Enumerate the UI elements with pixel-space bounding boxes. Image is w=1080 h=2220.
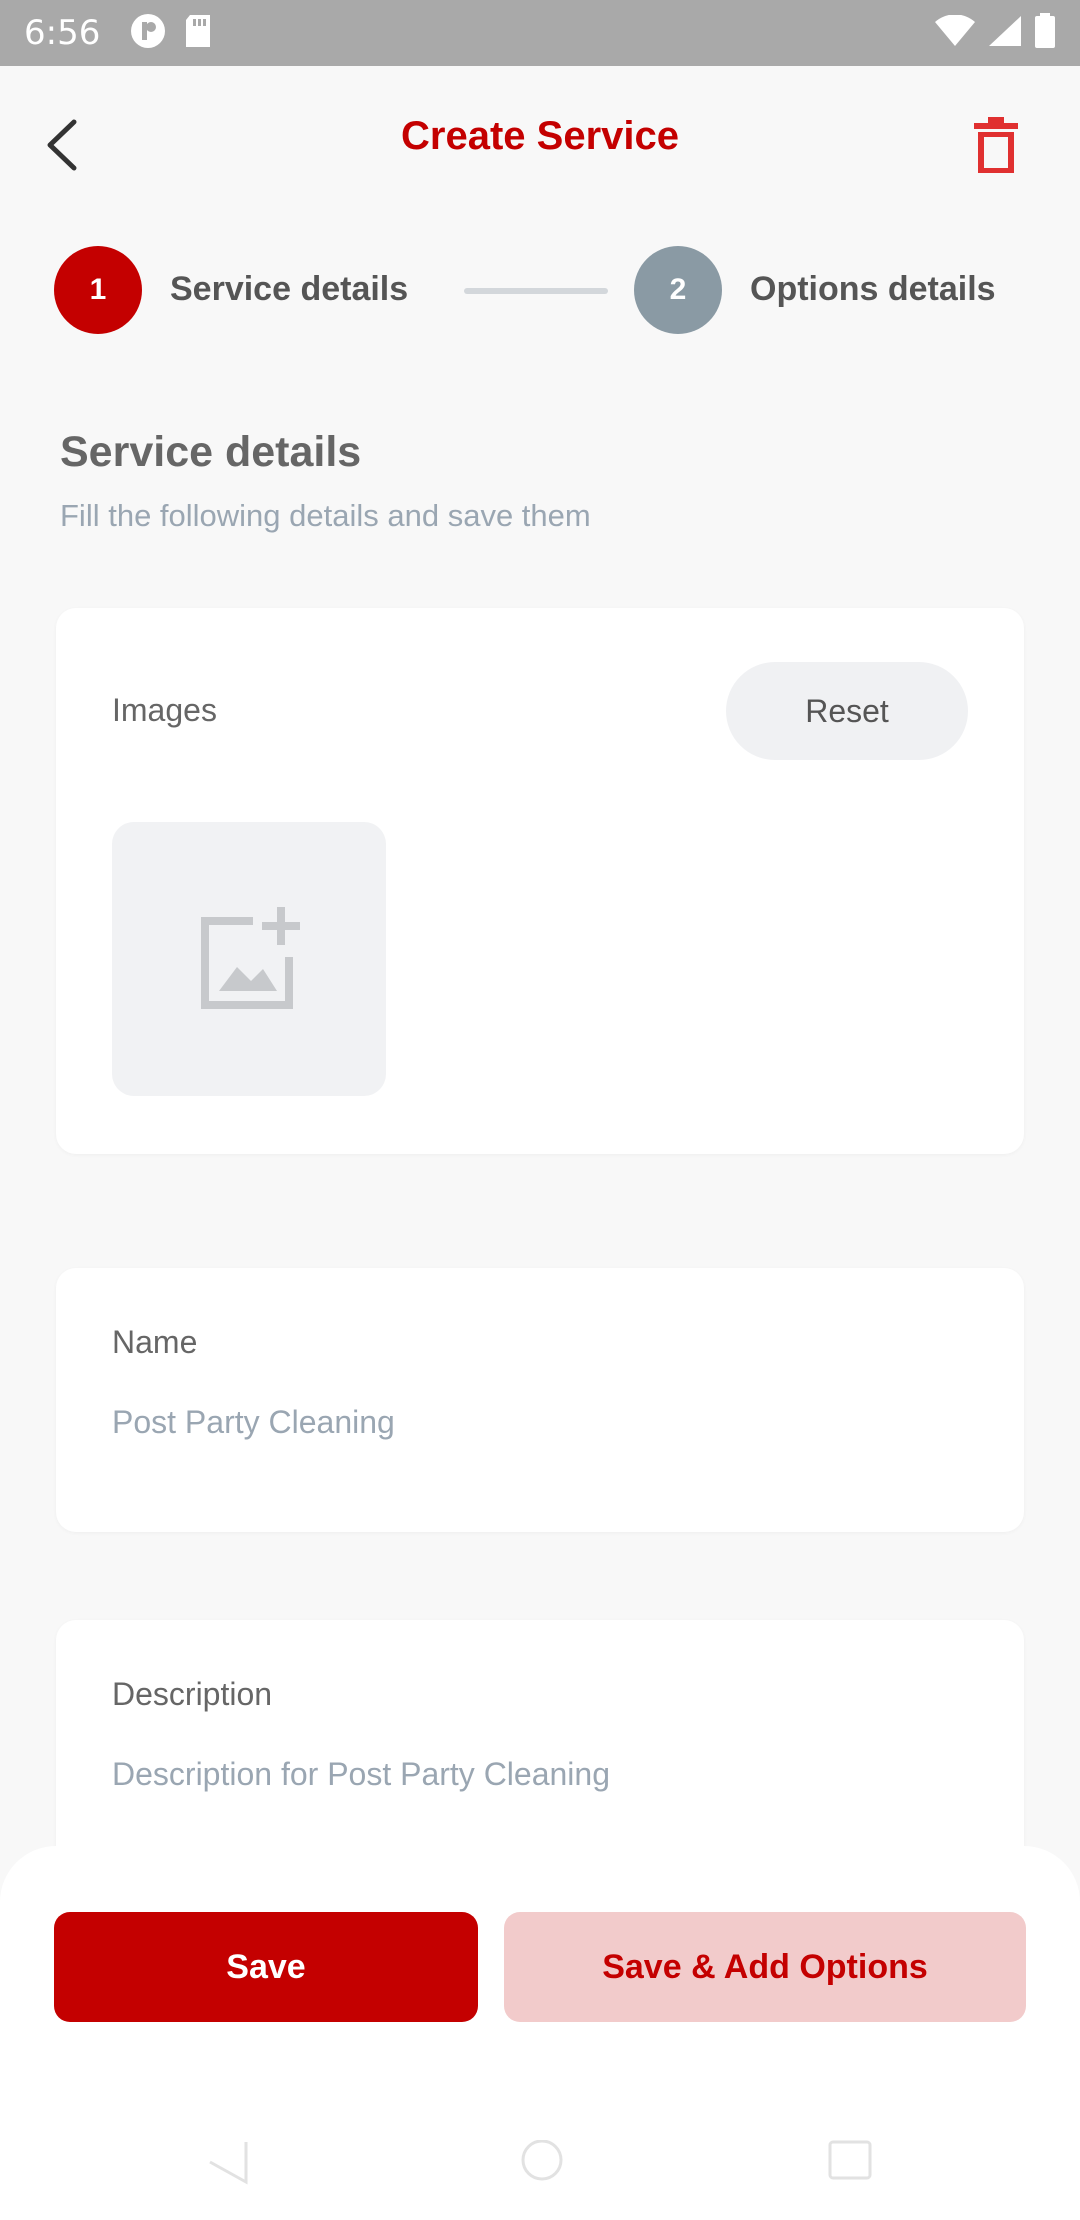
step-connector [464, 288, 608, 294]
system-nav-bar [0, 2120, 1080, 2220]
step-2-label: Options details [750, 270, 996, 308]
app-bar: Create Service [0, 66, 1080, 216]
save-add-options-button[interactable]: Save & Add Options [504, 1912, 1026, 2022]
name-label: Name [112, 1324, 198, 1360]
name-field-card[interactable]: Name Post Party Cleaning [56, 1268, 1024, 1532]
trash-icon [974, 117, 1018, 173]
images-label: Images [112, 692, 217, 728]
nav-recents-icon[interactable] [828, 2140, 872, 2189]
reset-button[interactable]: Reset [726, 662, 968, 760]
step-1-indicator[interactable]: 1 [54, 246, 142, 334]
sd-card-icon [184, 14, 212, 53]
add-photo-icon [201, 907, 300, 1009]
status-left-icons [130, 13, 212, 54]
add-image-button[interactable] [112, 822, 386, 1096]
section-title: Service details [60, 428, 362, 476]
delete-button[interactable] [968, 110, 1024, 180]
step-1-label: Service details [170, 270, 409, 308]
stepper: 1 Service details 2 Options details [0, 246, 1080, 336]
step-2-indicator[interactable]: 2 [634, 246, 722, 334]
status-bar: 6:56 [0, 0, 1080, 66]
nav-back-icon[interactable] [206, 2140, 252, 2191]
app-icon [130, 13, 166, 54]
description-label: Description [112, 1676, 273, 1712]
wifi-icon [934, 13, 976, 52]
section-subtitle: Fill the following details and save them [60, 498, 591, 533]
save-button[interactable]: Save [54, 1912, 478, 2022]
signal-icon [988, 15, 1022, 52]
status-right-icons [934, 12, 1056, 54]
battery-icon [1034, 12, 1056, 54]
status-time: 6:56 [24, 13, 101, 53]
name-field[interactable]: Post Party Cleaning [112, 1404, 395, 1441]
nav-home-icon[interactable] [520, 2139, 564, 2189]
images-card: Images Reset [56, 608, 1024, 1154]
page-title: Create Service [401, 114, 679, 158]
description-field[interactable]: Description for Post Party Cleaning [112, 1756, 610, 1793]
